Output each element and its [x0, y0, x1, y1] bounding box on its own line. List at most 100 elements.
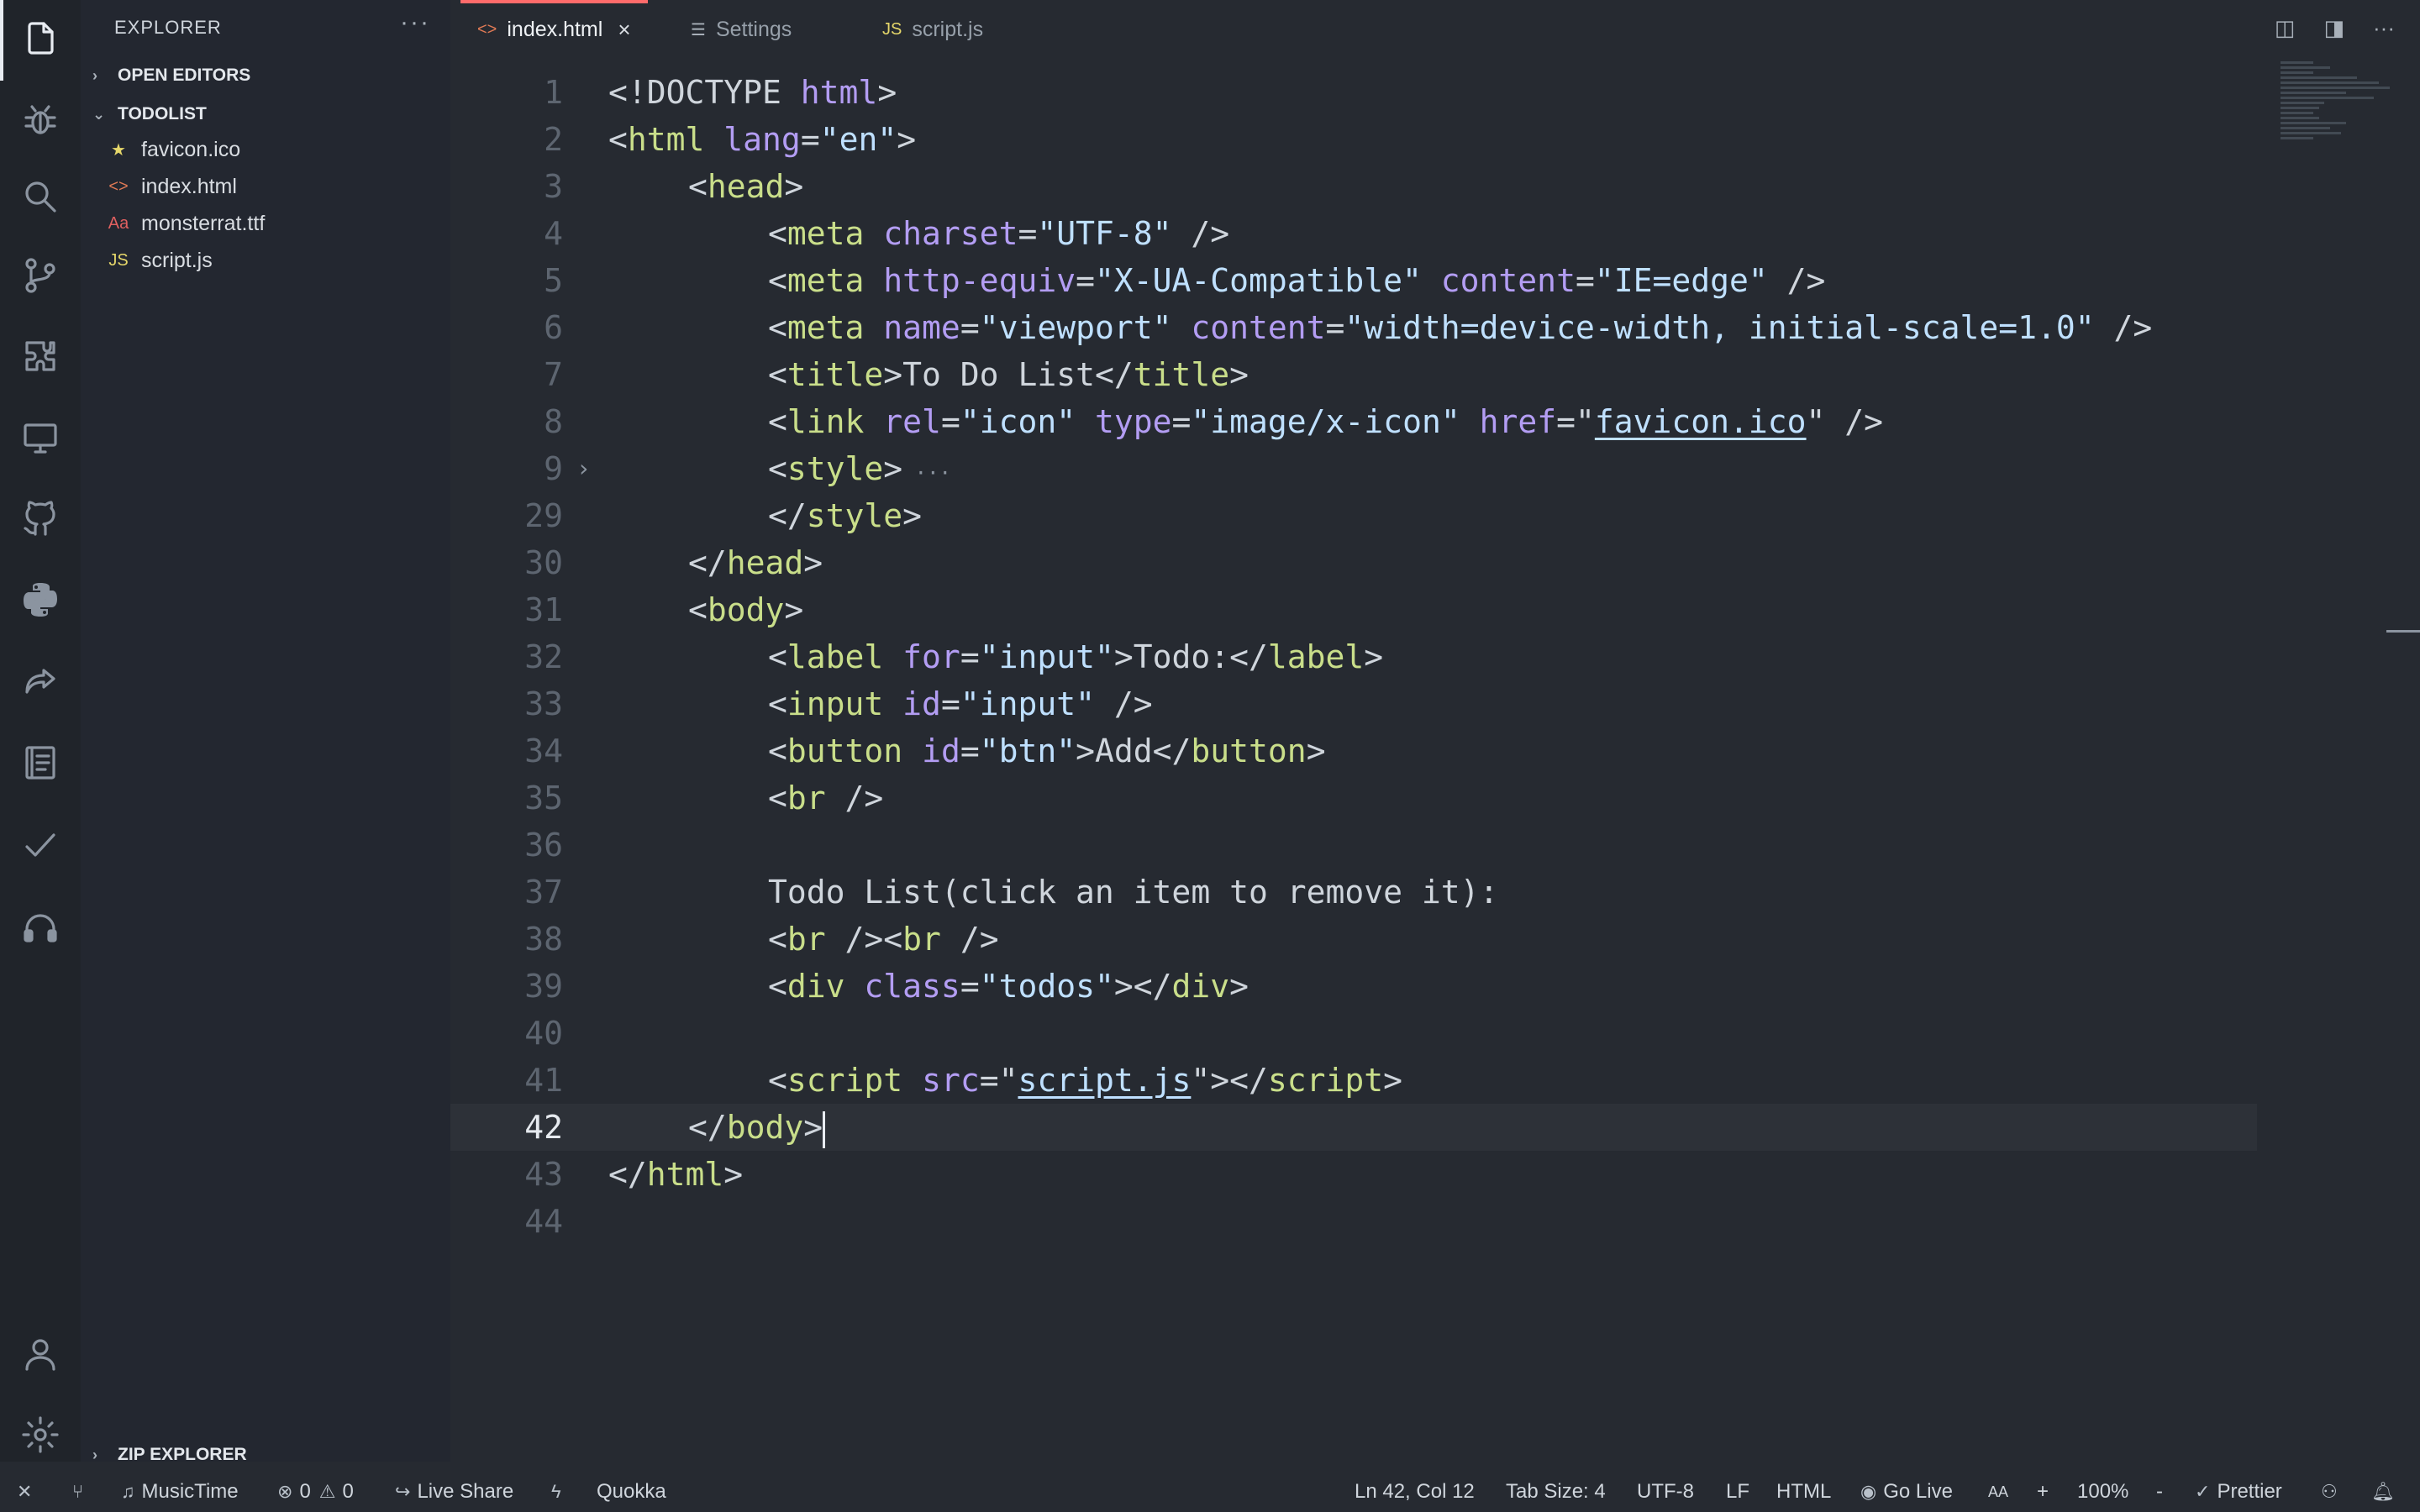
code-token: "X-UA-Compatible"	[1094, 262, 1422, 299]
code-line[interactable]: 8 <link rel="icon" type="image/x-icon" hr…	[450, 398, 2257, 445]
explorer-icon[interactable]	[17, 15, 64, 62]
prettier-item[interactable]: ✓ Prettier	[2195, 1480, 2282, 1504]
code-token: br	[902, 921, 941, 958]
music-time-item[interactable]: ♫ MusicTime	[121, 1480, 239, 1504]
tab-settings[interactable]: ☰ Settings	[691, 0, 792, 59]
code-punct	[864, 403, 883, 440]
scrollbar-marker[interactable]	[2386, 630, 2420, 633]
code-line[interactable]: 33 <input id="input" />	[450, 680, 2257, 727]
project-section[interactable]: ⌄ TODOLIST	[92, 104, 207, 124]
code-token: title	[1133, 356, 1230, 393]
code-line[interactable]: 9 › <style> ···	[450, 445, 2257, 492]
remote-explorer-icon[interactable]	[17, 415, 64, 462]
go-live-item[interactable]: ◉ Go Live	[1860, 1480, 1953, 1504]
language-mode[interactable]: HTML	[1776, 1480, 1831, 1504]
code-line[interactable]: 40	[450, 1010, 2257, 1057]
encoding[interactable]: UTF-8	[1637, 1480, 1694, 1504]
problems-item[interactable]: ⊗ 0 ⚠ 0	[277, 1480, 354, 1504]
file-item[interactable]: JS script.js	[104, 249, 212, 273]
code-line[interactable]: 32 <label for="input">Todo:</label>	[450, 633, 2257, 680]
more-actions-icon[interactable]: ···	[2373, 15, 2395, 41]
tab-index-html[interactable]: <> index.html ×	[460, 0, 648, 59]
code-line[interactable]: 41 <script src="script.js"></script>	[450, 1057, 2257, 1104]
live-share-icon[interactable]	[17, 659, 64, 706]
github-icon[interactable]	[17, 496, 64, 543]
file-item[interactable]: <> index.html	[104, 175, 237, 199]
code-line[interactable]: 5 <meta http-equiv="X-UA-Compatible" cont…	[450, 257, 2257, 304]
account-icon[interactable]	[17, 1331, 64, 1378]
zip-explorer-section[interactable]: › ZIP EXPLORER	[92, 1445, 247, 1465]
code-line[interactable]: 29 </style>	[450, 492, 2257, 539]
code-token: charset	[883, 215, 1018, 252]
check-icon[interactable]	[17, 822, 64, 869]
code-token: html	[627, 121, 705, 158]
debug-icon[interactable]	[17, 96, 64, 143]
sidebar-title: EXPLORER	[114, 17, 222, 38]
code-line[interactable]: 37 Todo List(click an item to remove it):	[450, 869, 2257, 916]
code-line[interactable]: 2 <html lang="en">	[450, 116, 2257, 163]
tab-size[interactable]: Tab Size: 4	[1506, 1480, 1606, 1504]
notifications-bell-icon[interactable]: 🔔︎	[2371, 1481, 2402, 1503]
sidebar-more-icon[interactable]: ···	[400, 8, 430, 37]
code-line[interactable]: 38 <br /><br />	[450, 916, 2257, 963]
font-size-item[interactable]: AA	[1988, 1483, 2008, 1501]
code-punct: <	[768, 309, 787, 346]
open-preview-icon[interactable]: ◫	[2275, 15, 2296, 41]
code-token: title	[786, 356, 884, 393]
python-icon[interactable]	[17, 576, 64, 623]
zoom-level[interactable]: 100%	[2077, 1480, 2128, 1504]
code-line[interactable]: 30 </head>	[450, 539, 2257, 586]
open-editors-section[interactable]: › OPEN EDITORS	[92, 66, 250, 86]
code-line[interactable]: 34 <button id="btn">Add</button>	[450, 727, 2257, 774]
remote-icon[interactable]: ✕	[17, 1481, 39, 1503]
headphones-icon[interactable]	[17, 904, 64, 951]
branch-icon[interactable]: ⑂	[72, 1481, 90, 1503]
eol[interactable]: LF	[1726, 1480, 1749, 1504]
code-line[interactable]: 39 <div class="todos"></div>	[450, 963, 2257, 1010]
search-icon[interactable]	[17, 173, 64, 220]
live-share-item[interactable]: ↪ Live Share	[395, 1480, 513, 1504]
code-line[interactable]: 35 <br />	[450, 774, 2257, 822]
code-line[interactable]: 43 </html>	[450, 1151, 2257, 1198]
file-type-icon: JS	[108, 251, 129, 270]
minimap[interactable]	[2281, 59, 2390, 185]
quokka-item[interactable]: Quokka	[597, 1480, 666, 1504]
zoom-in-button[interactable]: +	[2037, 1480, 2049, 1504]
source-control-icon[interactable]	[17, 252, 64, 299]
code-line[interactable]: 31 <body>	[450, 586, 2257, 633]
code-line[interactable]: 44	[450, 1198, 2257, 1245]
fold-chevron-icon[interactable]: ›	[576, 445, 591, 492]
zoom-out-button[interactable]: -	[2156, 1480, 2163, 1504]
line-number: 44	[524, 1203, 563, 1240]
code-punct: >	[883, 356, 903, 393]
cursor-position[interactable]: Ln 42, Col 12	[1355, 1480, 1475, 1504]
tab-script-js[interactable]: JS script.js	[882, 0, 983, 59]
code-line[interactable]: 42 </body>	[450, 1104, 2257, 1151]
code-punct: <	[768, 780, 787, 816]
code-token: button	[1191, 732, 1307, 769]
feedback-icon[interactable]: ⚇	[2321, 1481, 2344, 1503]
line-number: 34	[524, 732, 563, 769]
code-editor[interactable]: 1 <!DOCTYPE html> 2 <html lang="en"> 3 <head>…	[450, 59, 2420, 1462]
notebook-icon[interactable]	[17, 739, 64, 786]
code-line[interactable]: 6 <meta name="viewport" content="width=de…	[450, 304, 2257, 351]
line-number: 35	[524, 780, 563, 816]
code-text: </head>	[688, 539, 823, 586]
code-punct: >	[1229, 356, 1249, 393]
extensions-icon[interactable]	[17, 333, 64, 380]
file-item[interactable]: ★ favicon.ico	[104, 138, 240, 162]
code-line[interactable]: 3 <head>	[450, 163, 2257, 210]
close-icon[interactable]: ×	[618, 17, 630, 43]
code-line[interactable]: 7 <title>To Do List</title>	[450, 351, 2257, 398]
file-item[interactable]: Aa monsterrat.ttf	[104, 212, 266, 236]
folded-ellipsis-icon[interactable]: ···	[902, 461, 951, 485]
code-token: Todo List(click an item to remove it):	[768, 874, 1499, 911]
settings-gear-icon[interactable]	[17, 1411, 64, 1458]
split-editor-icon[interactable]: ◨	[2323, 15, 2344, 41]
quokka-plug-icon[interactable]: ϟ	[551, 1481, 568, 1503]
code-line[interactable]: 4 <meta charset="UTF-8" />	[450, 210, 2257, 257]
code-line[interactable]: 36	[450, 822, 2257, 869]
tab-label: index.html	[507, 17, 603, 41]
code-line[interactable]: 1 <!DOCTYPE html>	[450, 69, 2257, 116]
code-punct: =	[1076, 262, 1095, 299]
